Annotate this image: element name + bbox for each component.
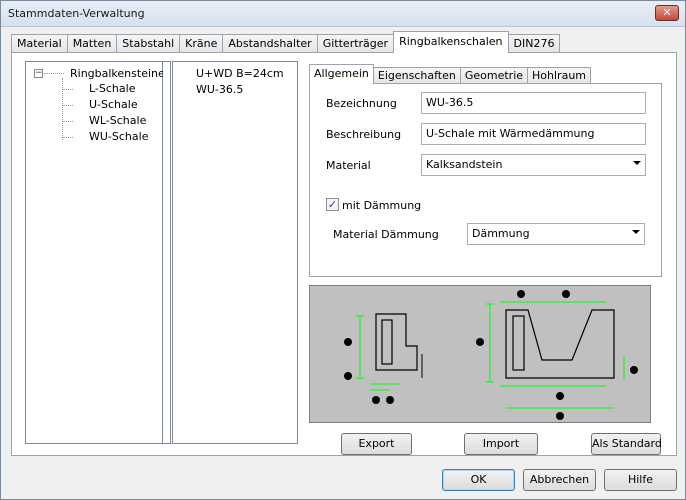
main-tab-bar: Material Matten Stabstahl Kräne Abstands… bbox=[11, 31, 561, 53]
material-label: Material bbox=[326, 159, 371, 172]
tree-connector bbox=[63, 137, 73, 138]
tree-connector bbox=[63, 121, 73, 122]
tree-scrollbar[interactable] bbox=[163, 61, 171, 444]
cross-section-drawing bbox=[344, 290, 638, 420]
bezeichnung-input[interactable]: WU-36.5 bbox=[421, 92, 646, 114]
title-bar: Stammdaten-Verwaltung ✕ bbox=[1, 1, 685, 27]
tree-connector bbox=[62, 78, 63, 140]
type-list[interactable]: U+WD B=24cm WU-36.5 bbox=[172, 61, 298, 444]
tab-gittertraeger[interactable]: Gitterträger bbox=[316, 34, 395, 53]
marker-icon bbox=[344, 372, 352, 380]
material-daemmung-select-value: Dämmung bbox=[472, 227, 530, 240]
material-daemmung-label: Material Dämmung bbox=[333, 228, 439, 241]
tab-abstandshalter[interactable]: Abstandshalter bbox=[222, 34, 318, 53]
tab-hohlraum[interactable]: Hohlraum bbox=[527, 67, 592, 84]
tab-material[interactable]: Material bbox=[11, 34, 68, 53]
daemmung-checkbox[interactable]: ✓ bbox=[326, 198, 339, 211]
ok-button[interactable]: OK bbox=[442, 469, 515, 491]
material-select-value: Kalksandstein bbox=[426, 158, 503, 171]
export-button[interactable]: Export bbox=[341, 433, 412, 455]
tree-connector bbox=[63, 105, 73, 106]
close-button[interactable]: ✕ bbox=[655, 5, 679, 21]
dialog-window: Stammdaten-Verwaltung ✕ Material Matten … bbox=[0, 0, 686, 500]
tab-ringbalkenschalen[interactable]: Ringbalkenschalen bbox=[393, 31, 509, 53]
right-profile-outline bbox=[505, 309, 615, 379]
tab-stabstahl[interactable]: Stabstahl bbox=[116, 34, 181, 53]
detail-tab-bar: Allgemein Eigenschaften Geometrie Hohlra… bbox=[309, 64, 592, 84]
tab-din276[interactable]: DIN276 bbox=[507, 34, 561, 53]
marker-icon bbox=[476, 338, 484, 346]
divider bbox=[366, 83, 662, 84]
tree-item-l-schale[interactable]: L-Schale bbox=[89, 82, 135, 95]
category-tree[interactable]: − Ringbalkensteine L-Schale U-Schale WL-… bbox=[25, 61, 165, 444]
tree-connector bbox=[44, 73, 64, 74]
marker-icon bbox=[372, 396, 380, 404]
beschreibung-label: Beschreibung bbox=[326, 128, 402, 141]
marker-icon bbox=[344, 338, 352, 346]
right-profile-cavity bbox=[512, 315, 525, 371]
beschreibung-input[interactable]: U-Schale mit Wärmedämmung bbox=[421, 123, 646, 145]
marker-icon bbox=[556, 412, 564, 420]
list-item[interactable]: WU-36.5 bbox=[196, 83, 243, 96]
shape-preview bbox=[309, 285, 651, 423]
window-title: Stammdaten-Verwaltung bbox=[8, 7, 145, 20]
tab-eigenschaften[interactable]: Eigenschaften bbox=[372, 67, 461, 84]
tab-matten[interactable]: Matten bbox=[66, 34, 118, 53]
help-button[interactable]: Hilfe bbox=[604, 469, 677, 491]
marker-icon bbox=[556, 392, 564, 400]
marker-icon bbox=[386, 396, 394, 404]
material-select[interactable]: Kalksandstein bbox=[421, 154, 646, 176]
left-profile-cavity bbox=[381, 319, 393, 365]
tree-item-wu-schale[interactable]: WU-Schale bbox=[89, 130, 148, 143]
marker-icon bbox=[562, 290, 570, 298]
cancel-button[interactable]: Abbrechen bbox=[523, 469, 596, 491]
tab-allgemein[interactable]: Allgemein bbox=[309, 64, 374, 84]
material-daemmung-select[interactable]: Dämmung bbox=[467, 223, 645, 245]
tree-collapse-icon[interactable]: − bbox=[34, 69, 43, 78]
import-button[interactable]: Import bbox=[464, 433, 538, 455]
tree-item-wl-schale[interactable]: WL-Schale bbox=[89, 114, 146, 127]
chevron-down-icon bbox=[632, 230, 640, 234]
tree-connector bbox=[63, 89, 73, 90]
daemmung-checkbox-label: mit Dämmung bbox=[342, 199, 422, 212]
tree-item-root[interactable]: Ringbalkensteine bbox=[70, 67, 165, 80]
chevron-down-icon bbox=[633, 161, 641, 165]
tree-item-u-schale[interactable]: U-Schale bbox=[89, 98, 138, 111]
marker-icon bbox=[517, 290, 525, 298]
tab-kraene[interactable]: Kräne bbox=[179, 34, 224, 53]
bezeichnung-label: Bezeichnung bbox=[326, 97, 397, 110]
als-standard-button[interactable]: Als Standard bbox=[591, 433, 662, 455]
marker-icon bbox=[630, 366, 638, 374]
list-item[interactable]: U+WD B=24cm bbox=[196, 67, 284, 80]
tab-geometrie[interactable]: Geometrie bbox=[459, 67, 529, 84]
